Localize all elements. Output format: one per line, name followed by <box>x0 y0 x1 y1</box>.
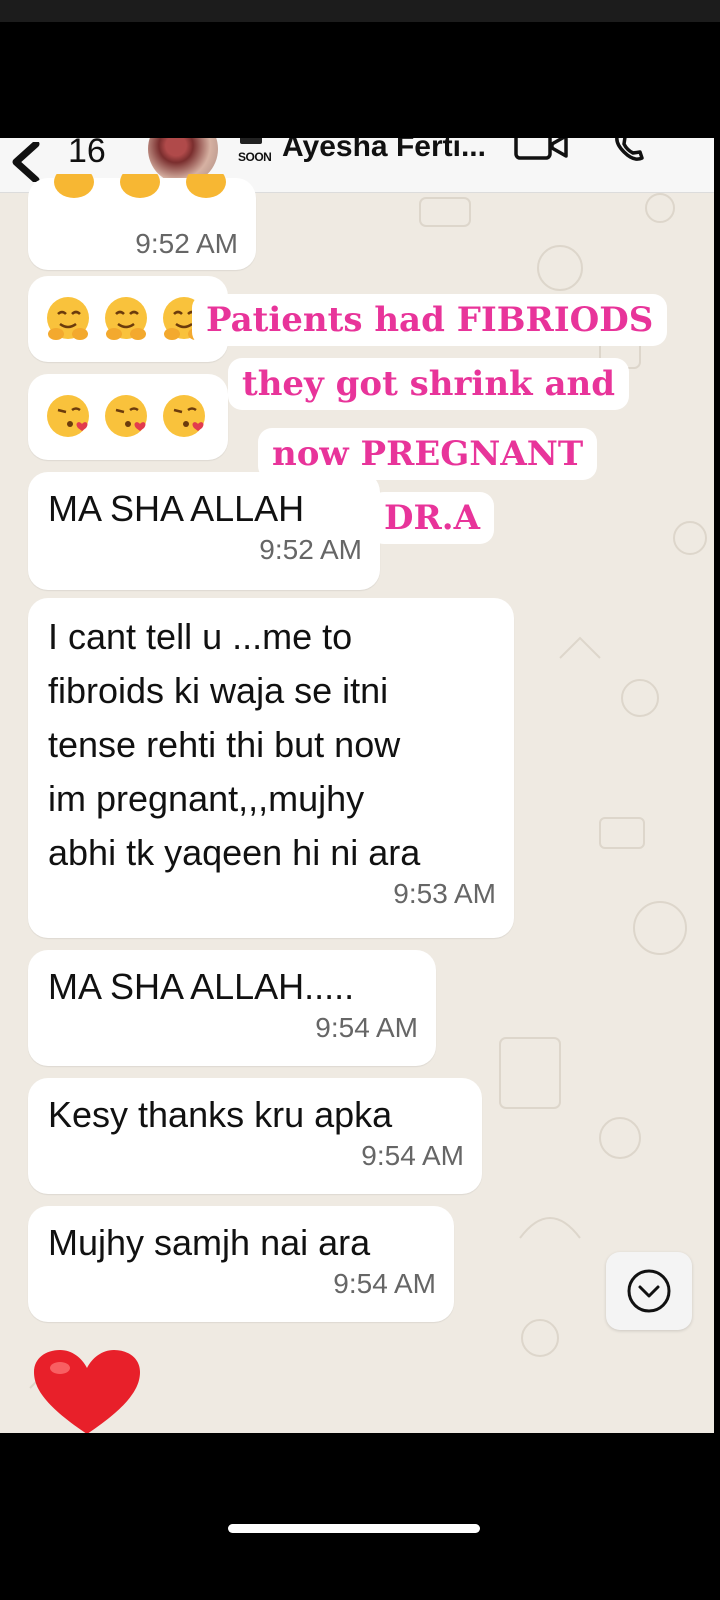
video-call-icon[interactable] <box>514 138 570 162</box>
hugging-emoji <box>47 297 205 340</box>
soon-icon <box>240 138 262 144</box>
message-bubble[interactable]: Kesy thanks kru apka 9:54 AM <box>28 1078 482 1194</box>
overlay-line-3: now PREGNANT <box>258 428 598 480</box>
scroll-down-button[interactable] <box>606 1252 692 1330</box>
scroll-down-icon <box>627 1269 671 1313</box>
back-chevron-icon[interactable] <box>8 142 44 182</box>
phone-call-icon[interactable] <box>612 138 652 162</box>
unread-count[interactable]: 16 <box>68 138 106 171</box>
message-bubble[interactable]: MA SHA ALLAH 9:52 AM <box>28 472 380 590</box>
message-bubble[interactable]: MA SHA ALLAH..... 9:54 AM <box>28 950 436 1066</box>
emoji-message-bubble[interactable] <box>28 374 228 460</box>
contact-name[interactable]: Ayesha Ferti... <box>282 138 486 164</box>
message-time: 9:52 AM <box>135 228 238 259</box>
overlay-line-1: Patients had FIBRIODS <box>192 294 668 346</box>
message-time: 9:54 AM <box>333 1268 436 1299</box>
message-bubble[interactable]: I cant tell u ...me to fibroids ki waja … <box>28 598 514 938</box>
soon-label: SOON <box>238 150 272 164</box>
message-bubble[interactable]: Mujhy samjh nai ara 9:54 AM <box>28 1206 454 1322</box>
home-indicator[interactable] <box>228 1524 480 1533</box>
overlay-line-2: they got shrink and <box>228 358 629 410</box>
message-text: MA SHA ALLAH <box>48 488 305 529</box>
chat-screen: 16 SOON Ayesha Ferti... 9:52 AM MA SHA A… <box>0 138 714 1433</box>
status-bar <box>0 0 720 22</box>
message-time: 9:54 AM <box>361 1140 464 1171</box>
message-text: MA SHA ALLAH..... <box>48 966 355 1007</box>
message-time: 9:54 AM <box>315 1012 418 1043</box>
message-bubble[interactable]: 9:52 AM <box>28 174 256 270</box>
message-time: 9:53 AM <box>393 878 496 909</box>
heart-emoji[interactable] <box>32 1348 142 1433</box>
message-text: I cant tell u ...me to fibroids ki waja … <box>48 616 421 873</box>
overlay-line-4: DR.A <box>370 492 494 544</box>
message-text: Kesy thanks kru apka <box>48 1094 393 1135</box>
emoji-row-partial <box>54 174 226 198</box>
kiss-emoji <box>47 395 205 437</box>
message-text: Mujhy samjh nai ara <box>48 1222 371 1263</box>
message-time: 9:52 AM <box>259 534 362 565</box>
